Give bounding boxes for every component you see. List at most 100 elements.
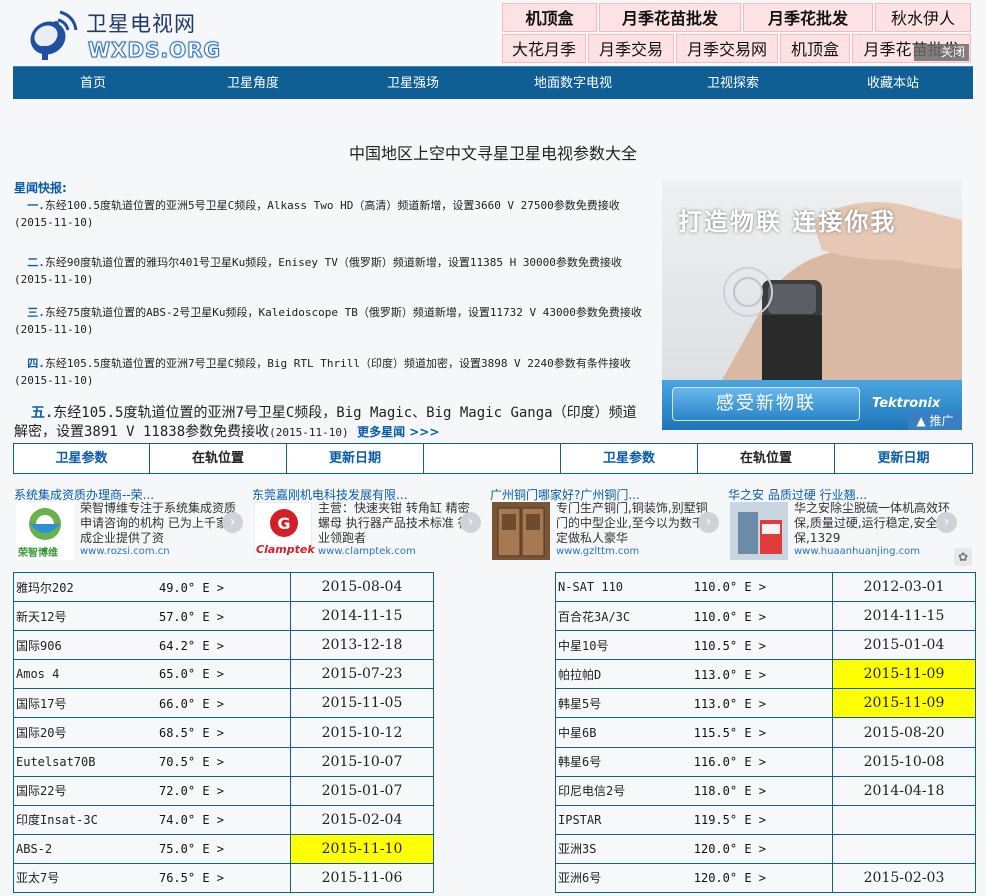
satellite-cell[interactable]: IPSTAR 119.5° E > (555, 804, 833, 835)
satellite-cell[interactable]: 百合花3A/3C 110.0° E > (555, 601, 833, 632)
text-ad[interactable]: 东莞嘉刚机电科技发展有限... G Clamptek 主营：快速夹钳 转角缸 精… (252, 486, 484, 564)
satellite-name[interactable]: 雅玛尔202 (16, 579, 128, 596)
satellite-cell[interactable]: 中星6B 115.5° E > (555, 717, 833, 748)
satellite-name[interactable]: Amos 4 (16, 667, 128, 681)
orbit-position[interactable]: 110.0° E > (670, 610, 766, 624)
top-ad-link[interactable]: 月季交易 (588, 34, 674, 63)
orbit-position[interactable]: 116.0° E > (670, 755, 766, 769)
news-item[interactable]: 一.东经100.5度轨道位置的亚洲5号卫星C频段，Alkass Two HD（高… (14, 197, 646, 231)
orbit-position[interactable]: 113.0° E > (670, 697, 766, 711)
satellite-name[interactable]: 亚洲3S (558, 840, 670, 857)
nav-bookmark[interactable]: 收藏本站 (813, 67, 973, 99)
top-ad-link[interactable]: 机顶盒 (780, 34, 850, 63)
text-ad[interactable]: 系统集成资质办理商--荣... 荣智博维 荣智博维专注于系统集成资质申请咨询的机… (14, 486, 246, 564)
satellite-name[interactable]: 帕拉帕D (558, 666, 670, 683)
orbit-position[interactable]: 49.0° E > (128, 581, 224, 595)
satellite-cell[interactable]: 亚洲3S 120.0° E > (555, 833, 833, 864)
nav-satellite-strength[interactable]: 卫星强场 (333, 67, 493, 99)
orbit-position[interactable]: 72.0° E > (128, 784, 224, 798)
satellite-cell[interactable]: 韩星5号 113.0° E > (555, 688, 833, 719)
satellite-name[interactable]: 国际17号 (16, 695, 128, 712)
side-ad-banner[interactable]: 打造物联 连接你我 感受新物联 Tektronix ▲ 推广 (662, 180, 962, 430)
satellite-cell[interactable]: ABS-2 75.0° E > (13, 833, 291, 864)
satellite-cell[interactable]: 亚太7号 76.5° E > (13, 862, 291, 894)
orbit-position[interactable]: 64.2° E > (128, 639, 224, 653)
satellite-name[interactable]: 中星10号 (558, 637, 670, 654)
top-ad-link[interactable]: 秋水伊人 (875, 3, 971, 32)
satellite-cell[interactable]: 国际20号 68.5° E > (13, 717, 291, 748)
news-item[interactable]: 三.东经75度轨道位置的ABS-2号卫星Ku频段，Kaleidoscope TB… (14, 304, 646, 338)
orbit-position[interactable]: 120.0° E > (670, 871, 766, 885)
orbit-position[interactable]: 120.0° E > (670, 842, 766, 856)
orbit-position[interactable]: 110.0° E > (670, 580, 766, 594)
chevron-right-icon[interactable]: › (698, 512, 719, 533)
news-item[interactable]: 二.东经90度轨道位置的雅玛尔401号卫星Ku频段，Enisey TV（俄罗斯）… (14, 254, 646, 288)
orbit-position[interactable]: 70.5° E > (128, 755, 224, 769)
top-ad-link[interactable]: 月季花批发 (743, 3, 873, 32)
nav-satellite-explore[interactable]: 卫视探索 (653, 67, 813, 99)
orbit-position[interactable]: 66.0° E > (128, 697, 224, 711)
more-news-link[interactable]: 更多星闻 >>> (357, 425, 439, 439)
header-satellite-params[interactable]: 卫星参数 (560, 443, 698, 474)
satellite-cell[interactable]: 印度Insat-3C 74.0° E > (13, 804, 291, 835)
satellite-name[interactable]: ABS-2 (16, 842, 128, 856)
satellite-name[interactable]: 中星6B (558, 724, 670, 741)
satellite-cell[interactable]: 亚洲6号 120.0° E > (555, 862, 833, 894)
satellite-name[interactable]: 亚洲6号 (558, 869, 670, 886)
satellite-cell[interactable]: 国际22号 72.0° E > (13, 775, 291, 806)
satellite-cell[interactable]: 中星10号 110.5° E > (555, 630, 833, 661)
chevron-right-icon[interactable]: › (222, 512, 243, 533)
paw-icon[interactable]: ✿ (954, 548, 972, 566)
orbit-position[interactable]: 75.0° E > (128, 842, 224, 856)
satellite-name[interactable]: Eutelsat70B (16, 755, 128, 769)
nav-terrestrial-tv[interactable]: 地面数字电视 (493, 67, 653, 99)
ad-url[interactable]: www.gzlttm.com (556, 546, 639, 557)
satellite-cell[interactable]: 雅玛尔202 49.0° E > (13, 571, 291, 603)
satellite-cell[interactable]: 韩星6号 116.0° E > (555, 746, 833, 777)
ad-cta-button[interactable]: 感受新物联 (672, 387, 860, 421)
orbit-position[interactable]: 68.5° E > (128, 726, 224, 740)
ad-url[interactable]: www.clamptek.com (318, 546, 416, 557)
orbit-position[interactable]: 74.0° E > (128, 813, 224, 827)
satellite-name[interactable]: N-SAT 110 (558, 580, 670, 594)
satellite-name[interactable]: 韩星5号 (558, 695, 670, 712)
orbit-position[interactable]: 76.5° E > (128, 871, 224, 885)
ad-url[interactable]: www.huaanhuanjing.com (794, 546, 920, 557)
satellite-cell[interactable]: Eutelsat70B 70.5° E > (13, 746, 291, 777)
orbit-position[interactable]: 57.0° E > (128, 610, 224, 624)
news-item[interactable]: 五.东经105.5度轨道位置的亚洲7号卫星C频段，Big Magic、Big M… (14, 404, 646, 442)
ad-url[interactable]: www.rozsi.com.cn (80, 546, 170, 557)
top-ad-link[interactable]: 大花月季 (502, 34, 586, 63)
satellite-cell[interactable]: 国际906 64.2° E > (13, 630, 291, 661)
satellite-cell[interactable]: 印尼电信2号 118.0° E > (555, 775, 833, 806)
satellite-cell[interactable]: 国际17号 66.0° E > (13, 688, 291, 719)
satellite-cell[interactable]: N-SAT 110 110.0° E > (555, 571, 833, 603)
top-ad-link[interactable]: 月季交易网 (676, 34, 778, 63)
satellite-name[interactable]: 亚太7号 (16, 869, 128, 886)
chevron-right-icon[interactable]: › (936, 512, 957, 533)
orbit-position[interactable]: 113.0° E > (670, 668, 766, 682)
site-domain[interactable]: WXDS.ORG (88, 38, 221, 63)
satellite-name[interactable]: 百合花3A/3C (558, 608, 670, 625)
orbit-position[interactable]: 65.0° E > (128, 667, 224, 681)
top-ad-link[interactable]: 机顶盒 (502, 3, 597, 32)
orbit-position[interactable]: 110.5° E > (670, 639, 766, 653)
chevron-right-icon[interactable]: › (460, 512, 481, 533)
nav-home[interactable]: 首页 (13, 67, 173, 99)
orbit-position[interactable]: 119.5° E > (670, 813, 766, 827)
header-satellite-params[interactable]: 卫星参数 (13, 443, 150, 474)
ad-close-button[interactable]: 关闭 (914, 44, 969, 61)
news-item[interactable]: 四.东经105.5度轨道位置的亚洲7号卫星C频段，Big RTL Thrill（… (14, 355, 646, 389)
satellite-name[interactable]: 国际22号 (16, 782, 128, 799)
nav-satellite-angle[interactable]: 卫星角度 (173, 67, 333, 99)
satellite-cell[interactable]: 新天12号 57.0° E > (13, 601, 291, 632)
satellite-cell[interactable]: 帕拉帕D 113.0° E > (555, 659, 833, 690)
text-ad[interactable]: 华之安 品质过硬 行业翘... 华之安除尘脱硫一体机高效环保,质量过硬,运行稳定… (728, 486, 960, 564)
satellite-name[interactable]: 国际906 (16, 637, 128, 654)
satellite-name[interactable]: IPSTAR (558, 813, 670, 827)
text-ad[interactable]: 广州铜门哪家好?广州铜门... 专门生产铜门,铜装饰,别墅铜门的中型企业,至今以… (490, 486, 722, 564)
orbit-position[interactable]: 115.5° E > (670, 726, 766, 740)
satellite-name[interactable]: 国际20号 (16, 724, 128, 741)
orbit-position[interactable]: 118.0° E > (670, 784, 766, 798)
top-ad-link[interactable]: 月季花苗批发 (599, 3, 741, 32)
